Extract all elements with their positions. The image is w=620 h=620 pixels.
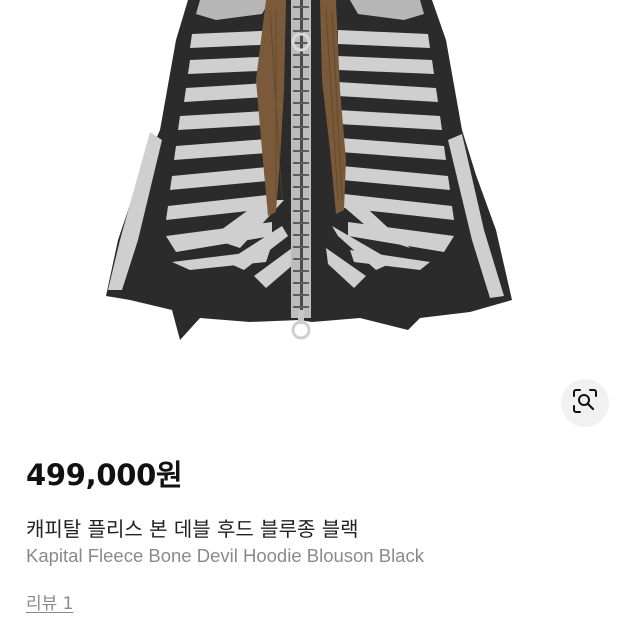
image-search-button[interactable] <box>561 379 609 427</box>
review-count-link[interactable]: 리뷰 1 <box>26 589 74 614</box>
product-image[interactable] <box>0 0 620 360</box>
product-title-korean: 캐피탈 플리스 본 데블 후드 블루종 블랙 <box>26 517 359 541</box>
skeleton-hoodie-illustration <box>106 0 512 340</box>
lens-search-icon <box>572 388 598 418</box>
product-title-english: Kapital Fleece Bone Devil Hoodie Blouson… <box>26 545 424 566</box>
product-price: 499,000원 <box>26 458 183 492</box>
